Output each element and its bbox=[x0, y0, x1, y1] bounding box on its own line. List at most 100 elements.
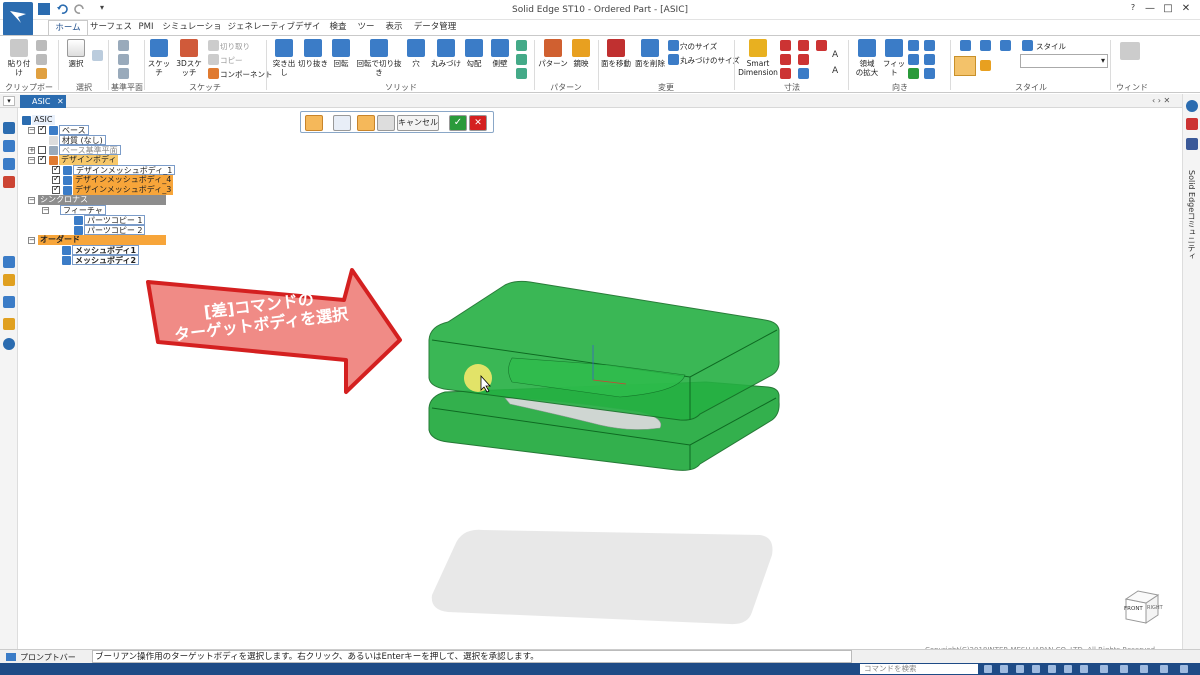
globe-icon[interactable] bbox=[3, 338, 15, 350]
pattern-button[interactable]: パターン bbox=[538, 39, 568, 68]
thin-wall-button[interactable]: 側壁 bbox=[488, 39, 512, 68]
display-icon[interactable] bbox=[3, 158, 15, 170]
tree-item-meshbody1[interactable]: メッシュボディ1 bbox=[72, 245, 140, 255]
collapse-icon[interactable]: − bbox=[28, 127, 35, 134]
fit-button[interactable]: フィット bbox=[882, 39, 906, 77]
tab-view[interactable]: 表示 bbox=[382, 20, 406, 35]
status-icon[interactable] bbox=[1140, 665, 1148, 673]
minimize-button[interactable]: — bbox=[1142, 3, 1158, 17]
tab-tools[interactable]: ツール bbox=[354, 20, 378, 47]
accept-button[interactable]: ✓ bbox=[449, 115, 467, 131]
solid-more-icon[interactable] bbox=[516, 54, 527, 65]
view-icon[interactable] bbox=[924, 54, 935, 65]
dimension-icon[interactable] bbox=[780, 40, 791, 51]
status-icon[interactable] bbox=[1064, 665, 1072, 673]
revolve-cut-button[interactable]: 回転で切り抜き bbox=[354, 39, 404, 77]
status-icon[interactable] bbox=[1120, 665, 1128, 673]
delete-face-button[interactable]: 面を削除 bbox=[634, 39, 666, 68]
plane-normal-icon[interactable] bbox=[118, 54, 129, 65]
pathfinder-icon[interactable] bbox=[3, 122, 15, 134]
solid-more-icon[interactable] bbox=[516, 40, 527, 51]
tree-item-mesh2[interactable]: デザインメッシュボディ_4 bbox=[73, 175, 174, 185]
mesh1-checkbox[interactable] bbox=[52, 164, 60, 174]
tree-item-meshbody2[interactable]: メッシュボディ2 bbox=[72, 255, 140, 265]
cancel-button[interactable]: キャンセル bbox=[397, 115, 439, 131]
tree-item-partcopy1[interactable]: パーツコピー 1 bbox=[84, 215, 146, 225]
sketch-button[interactable]: スケッチ bbox=[146, 39, 172, 77]
tree-item-mesh3[interactable]: デザインメッシュボディ_3 bbox=[73, 185, 174, 195]
copy-sketch-icon[interactable] bbox=[208, 54, 219, 65]
pan-icon[interactable] bbox=[908, 54, 919, 65]
document-tab-asic[interactable]: ASIC ✕ bbox=[20, 95, 66, 108]
relate-icon[interactable] bbox=[798, 54, 809, 65]
properties-icon[interactable] bbox=[3, 296, 15, 308]
close-icon[interactable]: ✕ bbox=[57, 97, 64, 106]
feature-library-icon[interactable] bbox=[3, 176, 15, 188]
graphics-window[interactable]: [差]コマンドの ターゲットボディを選択 bbox=[18, 108, 1182, 656]
status-icon[interactable] bbox=[1160, 665, 1168, 673]
solid-more-icon[interactable] bbox=[516, 68, 527, 79]
plane-coincident-icon[interactable] bbox=[118, 68, 129, 79]
tab-simulation[interactable]: シミュレーション bbox=[162, 20, 222, 47]
tab-data-management[interactable]: データ管理 bbox=[412, 20, 458, 35]
extrude-button[interactable]: 突き出し bbox=[270, 39, 298, 77]
youtube-icon[interactable] bbox=[1186, 118, 1198, 130]
base-planes-checkbox[interactable] bbox=[38, 146, 46, 154]
status-icon[interactable] bbox=[1080, 665, 1088, 673]
mirror-button[interactable]: 鏡映 bbox=[570, 39, 592, 68]
smart-dimension-button[interactable]: Smart Dimension bbox=[738, 39, 778, 77]
application-button[interactable] bbox=[3, 2, 33, 36]
tree-item-base[interactable]: ベース bbox=[59, 125, 89, 135]
tree-item-features[interactable]: フィーチャ bbox=[60, 205, 106, 215]
plane-icon[interactable] bbox=[118, 40, 129, 51]
annotation-icon[interactable]: A bbox=[832, 50, 843, 61]
collapse-icon[interactable]: − bbox=[28, 197, 35, 204]
view-cube[interactable]: FRONT RIGHT bbox=[1120, 585, 1163, 625]
relate-icon[interactable] bbox=[798, 40, 809, 51]
window-icon[interactable] bbox=[1120, 42, 1140, 60]
tree-item-synchronous[interactable]: シンクロナス bbox=[38, 195, 166, 205]
command-search-input[interactable]: コマンドを検索 bbox=[860, 664, 978, 674]
status-icon[interactable] bbox=[1000, 665, 1008, 673]
tab-scroll-icon[interactable]: ‹ › ✕ bbox=[1152, 96, 1170, 105]
revolve-button[interactable]: 回転 bbox=[330, 39, 352, 68]
cutout-button[interactable]: 切り抜き bbox=[298, 39, 328, 68]
tab-generative-design[interactable]: ジェネレーティブデザイン bbox=[226, 20, 322, 47]
model-view[interactable] bbox=[18, 108, 1182, 656]
hole-size-icon[interactable] bbox=[668, 40, 679, 51]
move-face-button[interactable]: 面を移動 bbox=[600, 39, 632, 68]
status-icon[interactable] bbox=[1100, 665, 1108, 673]
view-style-icon[interactable] bbox=[960, 40, 971, 51]
close-button[interactable]: ✕ bbox=[1178, 3, 1194, 17]
select-body-button[interactable] bbox=[357, 115, 375, 131]
format-painter-icon[interactable] bbox=[36, 68, 47, 79]
view-icon[interactable] bbox=[924, 68, 935, 79]
round-size-icon[interactable] bbox=[668, 54, 679, 65]
key-icon[interactable] bbox=[3, 318, 15, 330]
community-panel-tab[interactable]: Solid Edgeコミュニティ bbox=[1186, 170, 1197, 260]
tab-pmi[interactable]: PMI bbox=[134, 20, 158, 35]
shaded-edges-icon[interactable] bbox=[980, 60, 991, 71]
design-body-checkbox[interactable] bbox=[38, 154, 46, 164]
status-icon[interactable] bbox=[1048, 665, 1056, 673]
status-icon[interactable] bbox=[1180, 665, 1188, 673]
options-button[interactable] bbox=[377, 115, 395, 131]
family-icon[interactable] bbox=[3, 274, 15, 286]
zoom-icon[interactable] bbox=[908, 40, 919, 51]
tree-item-partcopy2[interactable]: パーツコピー 2 bbox=[84, 225, 146, 235]
tree-item-material[interactable]: 材質 (なし) bbox=[59, 135, 106, 145]
search-icon[interactable] bbox=[984, 665, 992, 673]
hole-size-label[interactable]: 穴のサイズ bbox=[680, 41, 717, 52]
select-button[interactable]: 選択 bbox=[64, 39, 88, 68]
maximize-button[interactable]: □ bbox=[1160, 3, 1176, 17]
tab-surface[interactable]: サーフェス bbox=[90, 20, 132, 35]
style-icon[interactable] bbox=[1022, 40, 1033, 51]
facebook-icon[interactable] bbox=[1186, 138, 1198, 150]
cut-sketch-icon[interactable] bbox=[208, 40, 219, 51]
collapse-icon[interactable]: − bbox=[42, 207, 49, 214]
cut-icon[interactable] bbox=[36, 40, 47, 51]
tree-item-base-planes[interactable]: ベース基準平面 bbox=[59, 145, 121, 155]
help-icon[interactable]: ? bbox=[1125, 3, 1141, 17]
copy-icon[interactable] bbox=[36, 54, 47, 65]
view-style-icon[interactable] bbox=[980, 40, 991, 51]
